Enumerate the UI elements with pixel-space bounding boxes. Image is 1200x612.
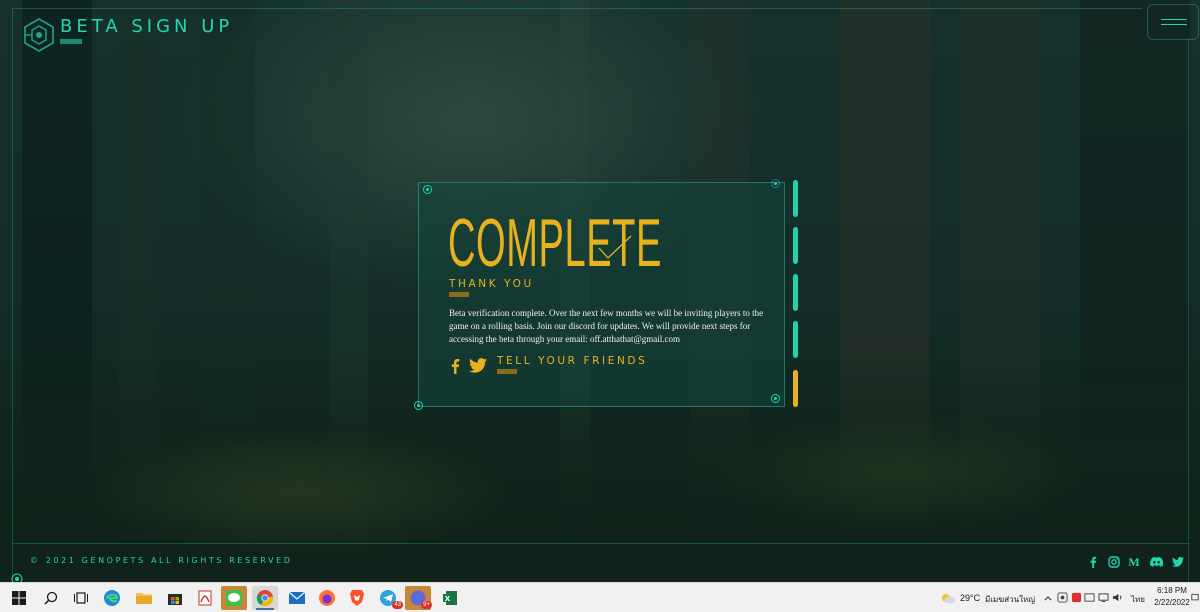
tray-app-icon[interactable] bbox=[1071, 592, 1082, 603]
start-icon[interactable] bbox=[6, 586, 32, 610]
telegram-badge: 43 bbox=[392, 601, 403, 609]
facebook-icon[interactable] bbox=[1087, 556, 1099, 568]
checkmark-icon bbox=[598, 235, 632, 259]
file-explorer-icon[interactable] bbox=[131, 586, 157, 610]
mail-icon[interactable] bbox=[284, 586, 310, 610]
verification-message: Beta verification complete. Over the nex… bbox=[449, 308, 764, 344]
twitter-icon[interactable] bbox=[469, 358, 487, 373]
app-icon[interactable]: 9+ bbox=[405, 586, 432, 610]
progress-segment-5 bbox=[793, 370, 798, 407]
tray-app-icon[interactable] bbox=[1084, 592, 1095, 603]
weather-description[interactable]: มีเมฆส่วนใหญ่ bbox=[985, 593, 1035, 606]
facebook-icon[interactable] bbox=[449, 358, 461, 374]
chrome-icon[interactable] bbox=[252, 586, 278, 610]
search-icon[interactable] bbox=[38, 586, 64, 610]
app-badge: 9+ bbox=[421, 601, 432, 609]
notification-icon[interactable] bbox=[1191, 593, 1199, 602]
chevron-up-icon[interactable] bbox=[1044, 596, 1052, 601]
volume-icon[interactable] bbox=[1112, 593, 1123, 602]
clock-time[interactable]: 6:18 PM bbox=[1155, 586, 1189, 595]
firefox-icon[interactable] bbox=[314, 586, 340, 610]
progress-segment-2 bbox=[793, 227, 798, 264]
windows-taskbar: 43 9+ X 29°C มีเมฆส่วนใหญ่ ไทย 6:18 PM 2… bbox=[0, 582, 1200, 612]
share-decoration bbox=[497, 369, 517, 374]
instagram-icon[interactable] bbox=[1108, 556, 1120, 568]
language-indicator[interactable]: ไทย bbox=[1131, 593, 1145, 606]
line-icon[interactable] bbox=[221, 586, 247, 610]
corner-dot bbox=[414, 401, 423, 410]
medium-icon[interactable]: M bbox=[1128, 556, 1140, 568]
weather-cloud-icon[interactable] bbox=[940, 592, 956, 604]
excel-icon[interactable]: X bbox=[437, 586, 463, 610]
progress-segment-4 bbox=[793, 321, 798, 358]
corner-dot bbox=[771, 394, 780, 403]
site-title: BETA SIGN UP bbox=[60, 16, 234, 37]
frame-line-right bbox=[1188, 38, 1189, 583]
hamburger-menu-icon[interactable] bbox=[1147, 4, 1199, 40]
pdf-icon[interactable] bbox=[192, 586, 218, 610]
network-icon[interactable] bbox=[1098, 593, 1109, 602]
corner-dot bbox=[423, 185, 432, 194]
svg-text:X: X bbox=[445, 595, 451, 603]
frame-line-left bbox=[12, 8, 13, 583]
frame-line-top bbox=[12, 8, 1142, 9]
discord-icon[interactable] bbox=[1150, 556, 1163, 568]
edge-icon[interactable] bbox=[99, 586, 125, 610]
title-decoration bbox=[60, 39, 82, 44]
progress-segment-1 bbox=[793, 180, 798, 217]
tell-your-friends-link[interactable]: TELL YOUR FRIENDS bbox=[497, 355, 647, 367]
twitter-icon[interactable] bbox=[1172, 556, 1184, 568]
store-icon[interactable] bbox=[162, 586, 188, 610]
hexagon-logo-icon[interactable] bbox=[22, 18, 56, 52]
progress-segment-3 bbox=[793, 274, 798, 311]
task-view-icon[interactable] bbox=[68, 586, 94, 610]
subtitle-decoration bbox=[449, 292, 469, 297]
telegram-icon[interactable]: 43 bbox=[375, 586, 403, 610]
thank-you-subtitle: THANK YOU bbox=[449, 278, 534, 290]
frame-line-footer bbox=[12, 543, 1189, 544]
brave-icon[interactable] bbox=[344, 586, 370, 610]
copyright-text: © 2021 GENOPETS ALL RIGHTS RESERVED bbox=[30, 556, 293, 565]
corner-dot bbox=[771, 179, 780, 188]
tray-app-icon[interactable] bbox=[1057, 592, 1068, 603]
clock-date[interactable]: 2/22/2022 bbox=[1150, 598, 1194, 607]
weather-temperature[interactable]: 29°C bbox=[960, 593, 980, 603]
